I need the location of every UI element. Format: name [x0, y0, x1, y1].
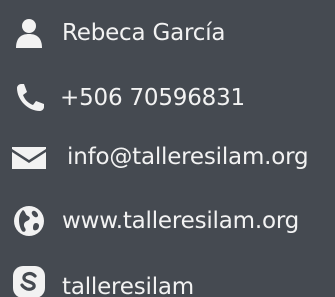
contact-row-name: Rebeca García — [0, 10, 335, 56]
contact-row-phone: +506 70596831 — [0, 75, 335, 121]
contact-row-email: info@talleresilam.org — [0, 134, 335, 180]
contact-card: Rebeca García +506 70596831 info@tallere… — [0, 0, 335, 297]
contact-name: Rebeca García — [62, 20, 226, 46]
contact-website[interactable]: www.talleresilam.org — [62, 198, 299, 244]
skype-icon[interactable] — [11, 264, 47, 297]
phone-icon[interactable] — [11, 80, 47, 116]
contact-skype[interactable]: talleresilam — [62, 264, 194, 297]
contact-email[interactable]: info@talleresilam.org — [67, 134, 309, 180]
contact-row-website: www.talleresilam.org — [0, 198, 335, 244]
globe-icon[interactable] — [11, 203, 47, 239]
envelope-icon[interactable] — [11, 139, 47, 175]
user-icon — [11, 15, 47, 51]
contact-phone[interactable]: +506 70596831 — [60, 75, 245, 121]
contact-row-skype: talleresilam — [0, 262, 335, 297]
